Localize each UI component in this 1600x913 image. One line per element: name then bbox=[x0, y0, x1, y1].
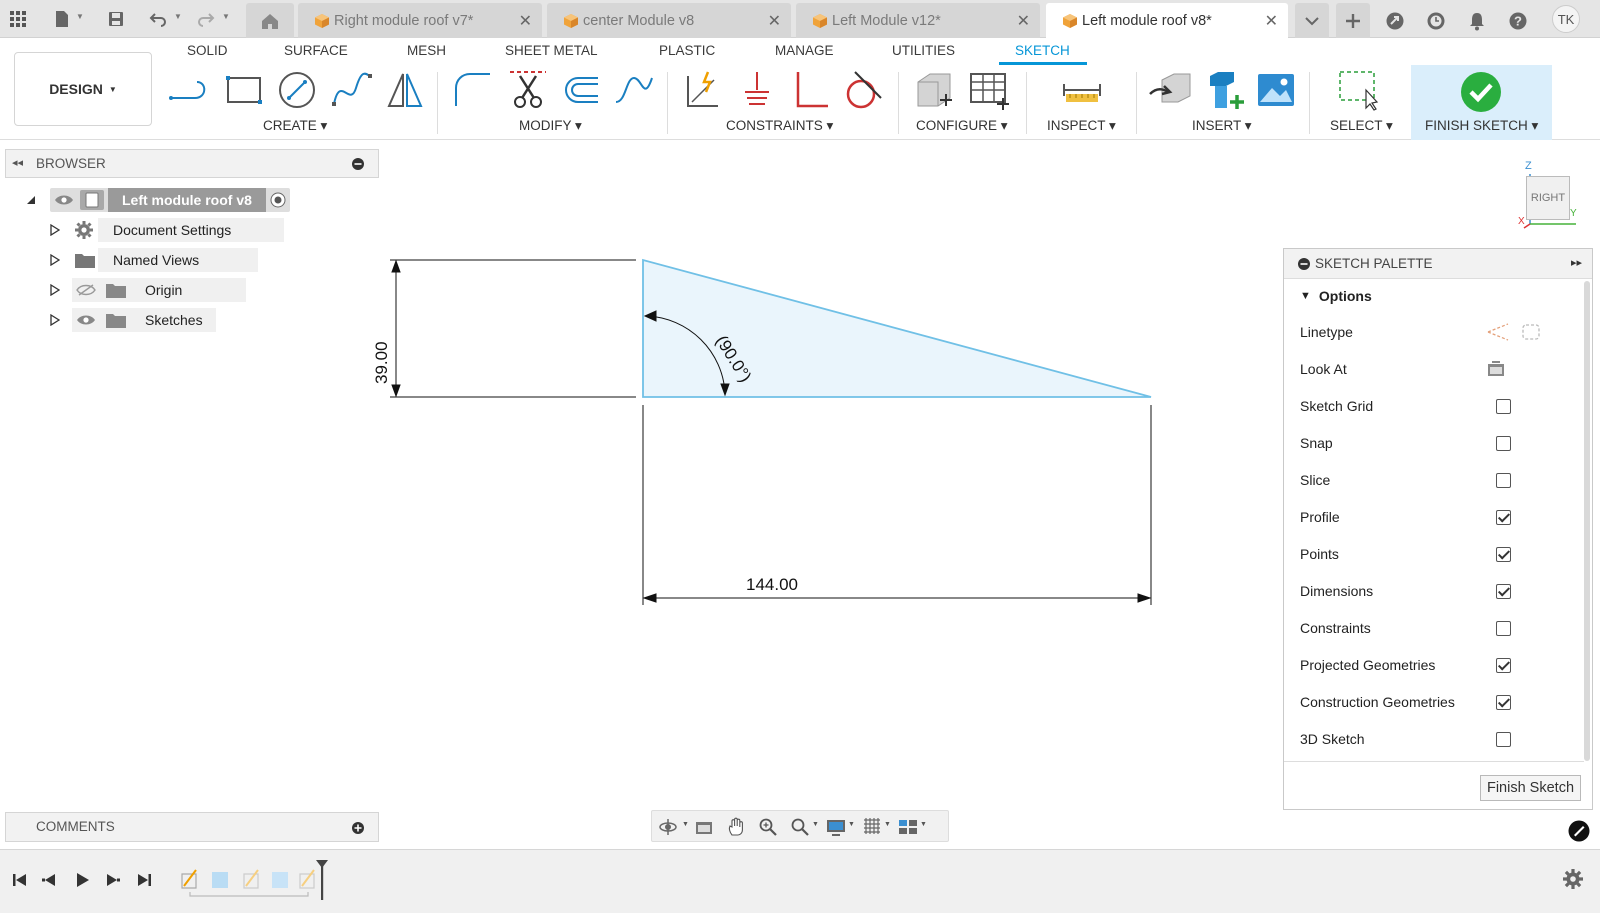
timeline-bar bbox=[0, 849, 1600, 913]
look-at-icon[interactable] bbox=[694, 817, 714, 837]
timeline-sketch-feature-icon bbox=[243, 869, 259, 889]
y-axis-label: Y bbox=[1570, 208, 1577, 219]
option-sketch-grid[interactable]: Sketch Grid bbox=[1300, 393, 1570, 419]
vertical-dimension-value[interactable]: 39.00 bbox=[372, 341, 392, 384]
comments-title: COMMENTS bbox=[36, 819, 115, 834]
comments-panel: COMMENTS bbox=[5, 812, 379, 842]
3d-sketch-checkbox[interactable] bbox=[1496, 732, 1511, 747]
sketch-palette-title: SKETCH PALETTE bbox=[1315, 256, 1433, 271]
chevron-down-icon: ▼ bbox=[1300, 290, 1311, 302]
profile-checkbox[interactable] bbox=[1496, 510, 1511, 525]
vertical-dimension[interactable] bbox=[390, 259, 636, 398]
viewports-icon[interactable] bbox=[898, 817, 918, 837]
horizontal-dimension-value[interactable]: 144.00 bbox=[746, 575, 798, 595]
pan-hand-icon[interactable] bbox=[726, 817, 746, 837]
option-points[interactable]: Points bbox=[1300, 541, 1570, 567]
options-section-header[interactable]: ▼ Options bbox=[1300, 283, 1570, 309]
zoom-chevron-icon[interactable]: ▼ bbox=[812, 821, 819, 828]
sketch-profile-triangle[interactable] bbox=[642, 258, 1152, 398]
viewports-chevron-icon[interactable]: ▼ bbox=[920, 821, 927, 828]
go-to-start-icon[interactable] bbox=[10, 870, 30, 890]
option-slice[interactable]: Slice bbox=[1300, 467, 1570, 493]
step-forward-icon[interactable] bbox=[102, 870, 122, 890]
option-look-at: Look At bbox=[1300, 356, 1570, 382]
minus-icon[interactable] bbox=[1298, 258, 1310, 270]
feedback-icon[interactable] bbox=[1568, 820, 1590, 842]
points-checkbox[interactable] bbox=[1496, 547, 1511, 562]
timeline-extrude-feature-icon bbox=[272, 872, 288, 888]
timeline-extrude-feature-icon bbox=[212, 872, 228, 888]
display-settings-icon[interactable] bbox=[826, 817, 846, 837]
sketch-palette-header: SKETCH PALETTE ▸▸ bbox=[1284, 249, 1592, 279]
sketch-palette: SKETCH PALETTE ▸▸ ▼ Options Linetype Loo… bbox=[1283, 248, 1593, 810]
option-constraints[interactable]: Constraints bbox=[1300, 615, 1570, 641]
sketch-grid-checkbox[interactable] bbox=[1496, 399, 1511, 414]
play-icon[interactable] bbox=[72, 870, 92, 890]
construction-geometries-checkbox[interactable] bbox=[1496, 695, 1511, 710]
expand-panel-icon[interactable]: ▸▸ bbox=[1571, 256, 1582, 269]
option-profile[interactable]: Profile bbox=[1300, 504, 1570, 530]
dimensions-checkbox[interactable] bbox=[1496, 584, 1511, 599]
look-at-icon[interactable] bbox=[1486, 360, 1506, 378]
palette-scrollbar[interactable] bbox=[1584, 281, 1590, 761]
go-to-end-icon[interactable] bbox=[134, 870, 154, 890]
palette-divider bbox=[1284, 761, 1584, 762]
option-linetype: Linetype bbox=[1300, 319, 1570, 345]
timeline-features[interactable] bbox=[176, 858, 336, 900]
projected-geometries-checkbox[interactable] bbox=[1496, 658, 1511, 673]
navigation-bar: ▼ ▼ ▼ ▼ ▼ bbox=[651, 810, 949, 842]
x-axis-label: X bbox=[1518, 216, 1525, 227]
orbit-icon[interactable] bbox=[658, 817, 678, 837]
constraints-checkbox[interactable] bbox=[1496, 621, 1511, 636]
construction-linetype-icon[interactable] bbox=[1486, 322, 1510, 342]
step-back-icon[interactable] bbox=[40, 870, 60, 890]
view-cube[interactable]: RIGHT bbox=[1526, 176, 1570, 220]
horizontal-dimension[interactable] bbox=[642, 405, 1152, 605]
zoom-window-icon[interactable] bbox=[790, 817, 810, 837]
option-dimensions[interactable]: Dimensions bbox=[1300, 578, 1570, 604]
timeline-sketch-feature-icon bbox=[299, 869, 315, 889]
view-cube-face: RIGHT bbox=[1530, 192, 1566, 204]
centerline-linetype-icon[interactable] bbox=[1520, 322, 1542, 342]
slice-checkbox[interactable] bbox=[1496, 473, 1511, 488]
snap-checkbox[interactable] bbox=[1496, 436, 1511, 451]
finish-sketch-button[interactable]: Finish Sketch bbox=[1480, 775, 1581, 801]
option-3d-sketch[interactable]: 3D Sketch bbox=[1300, 726, 1570, 752]
orbit-chevron-icon[interactable]: ▼ bbox=[682, 821, 689, 828]
timeline-sketch-feature-icon bbox=[181, 869, 197, 889]
option-construction-geometries[interactable]: Construction Geometries bbox=[1300, 689, 1570, 715]
timeline-settings-gear-icon[interactable] bbox=[1562, 868, 1584, 890]
grid-chevron-icon[interactable]: ▼ bbox=[884, 821, 891, 828]
display-chevron-icon[interactable]: ▼ bbox=[848, 821, 855, 828]
zoom-icon[interactable] bbox=[758, 817, 778, 837]
option-projected-geometries[interactable]: Projected Geometries bbox=[1300, 652, 1570, 678]
grid-settings-icon[interactable] bbox=[862, 817, 882, 837]
option-snap[interactable]: Snap bbox=[1300, 430, 1570, 456]
add-comment-icon[interactable] bbox=[352, 822, 364, 834]
